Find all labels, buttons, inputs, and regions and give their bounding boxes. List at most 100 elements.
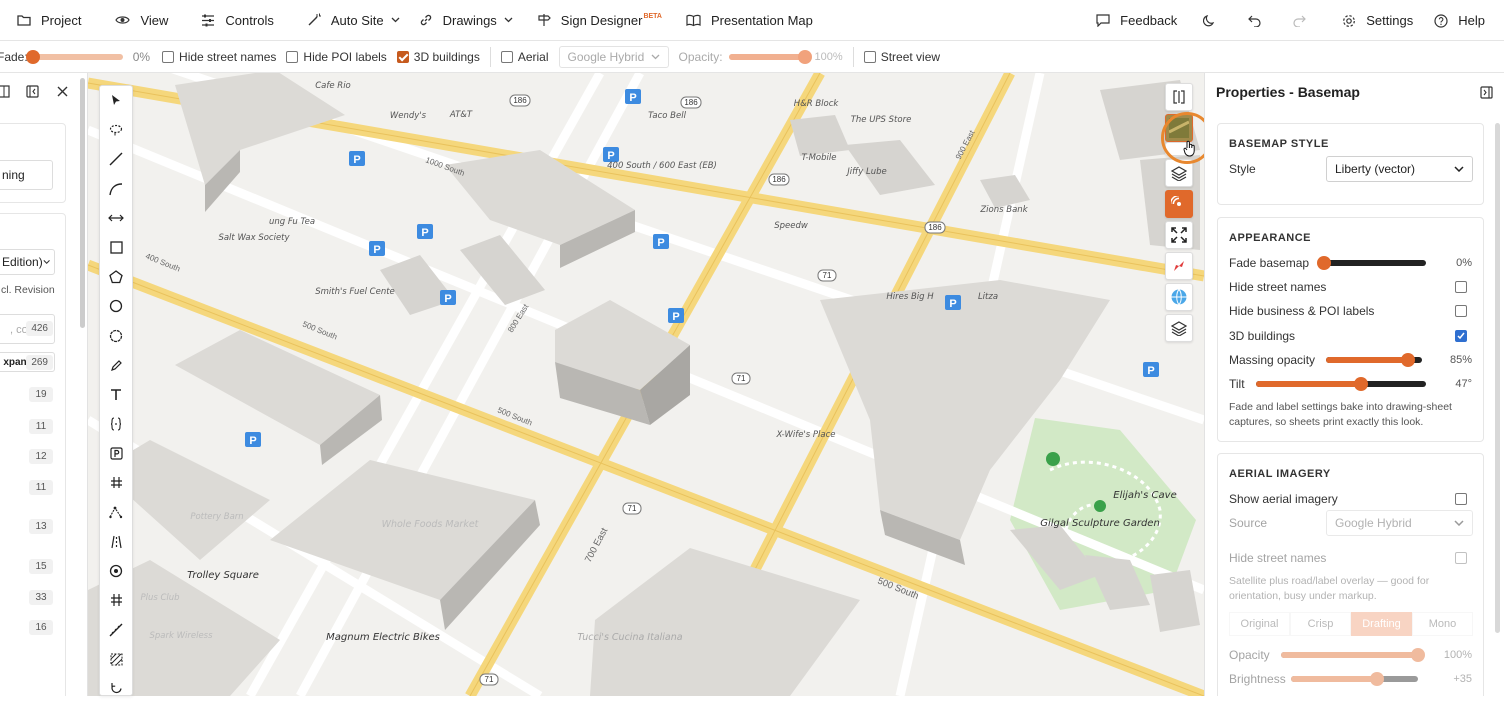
curve-tool[interactable]: [100, 174, 132, 203]
hide-poi-checkbox[interactable]: [1455, 305, 1467, 317]
svg-text:Magnum Electric Bikes: Magnum Electric Bikes: [326, 632, 440, 643]
aerial-hide-street-checkbox[interactable]: [1455, 552, 1467, 564]
road-tool[interactable]: [100, 527, 132, 556]
map-canvas[interactable]: 186 186 186 186 71 71 71 71 P P P P P P …: [88, 73, 1204, 696]
compass-button[interactable]: [1165, 252, 1193, 280]
aerial-toggle[interactable]: Aerial: [500, 50, 549, 64]
aerial-source-select[interactable]: Google Hybrid: [558, 45, 669, 68]
measure-tool[interactable]: [100, 204, 132, 233]
hatch-tool[interactable]: [100, 644, 132, 673]
help-button[interactable]: Help: [1425, 0, 1504, 41]
street-view-toggle[interactable]: Street view: [863, 50, 940, 64]
svg-text:Spark Wireless: Spark Wireless: [149, 631, 213, 641]
ruler-tool[interactable]: [100, 615, 132, 644]
menu-auto-site[interactable]: Auto Site: [298, 0, 409, 41]
select-tool[interactable]: [100, 86, 132, 115]
beta-badge: BETA: [643, 12, 662, 20]
callout-tool[interactable]: [100, 409, 132, 438]
fade-basemap-slider[interactable]: [1317, 256, 1426, 270]
gear-icon: [1343, 14, 1356, 27]
parking-tool[interactable]: [100, 439, 132, 468]
mode-option-crisp[interactable]: Crisp: [1290, 612, 1351, 636]
svg-text:Litza: Litza: [978, 292, 998, 302]
polygon-tool[interactable]: [100, 262, 132, 291]
svg-text:400 South / 600 East (EB): 400 South / 600 East (EB): [607, 161, 717, 171]
panel-icon[interactable]: [0, 85, 10, 98]
checkbox-checked[interactable]: [396, 50, 409, 63]
theme-toggle[interactable]: [1194, 0, 1235, 41]
checkbox[interactable]: [500, 50, 513, 63]
text-tool[interactable]: [100, 380, 132, 409]
right-scrollbar[interactable]: [1495, 123, 1500, 633]
svg-text:Wendy's: Wendy's: [390, 111, 427, 121]
collapse-panel-icon[interactable]: [26, 85, 39, 98]
brightness-slider[interactable]: [1291, 672, 1418, 686]
rotate-tool[interactable]: [100, 674, 132, 703]
svg-text:Cafe Rio: Cafe Rio: [315, 81, 351, 91]
left-button[interactable]: ning: [0, 160, 53, 190]
menu-project[interactable]: Project: [0, 0, 90, 41]
layers-stack-button[interactable]: [1165, 314, 1193, 342]
vertex-tool[interactable]: [100, 497, 132, 526]
map-svg[interactable]: 186 186 186 186 71 71 71 71 P P P P P P …: [88, 73, 1204, 696]
circle-tool[interactable]: [100, 292, 132, 321]
chevron-down-icon: [43, 260, 50, 264]
settings-button[interactable]: Settings: [1333, 0, 1422, 41]
mode-option-mono[interactable]: Mono: [1412, 612, 1473, 636]
hide-street-names-checkbox[interactable]: [1455, 281, 1467, 293]
brightness-label: Brightness: [1229, 672, 1286, 686]
globe-button[interactable]: [1165, 283, 1193, 311]
link-icon: [420, 14, 431, 26]
undo-button[interactable]: [1239, 0, 1280, 41]
crosswalk-tool[interactable]: [100, 586, 132, 615]
tilt-slider[interactable]: [1256, 377, 1426, 391]
mode-option-original[interactable]: Original: [1229, 612, 1290, 636]
menu-controls[interactable]: Controls: [192, 0, 282, 41]
pencil-tool[interactable]: [100, 351, 132, 380]
menu-view[interactable]: View: [106, 0, 177, 41]
show-aerial-checkbox[interactable]: [1455, 493, 1467, 505]
edition-select[interactable]: Edition): [0, 249, 55, 275]
lasso-tool[interactable]: [100, 115, 132, 144]
target-tool[interactable]: [100, 556, 132, 585]
grid-tool[interactable]: [100, 468, 132, 497]
style-select[interactable]: Liberty (vector): [1326, 156, 1473, 182]
massing-opacity-slider[interactable]: [1326, 353, 1422, 367]
redo-button[interactable]: [1284, 0, 1325, 41]
square-icon: [109, 241, 123, 254]
menu-presentation-map[interactable]: Presentation Map: [677, 0, 822, 41]
aerial-opacity-slider[interactable]: [1281, 648, 1425, 662]
left-button-label: ning: [2, 168, 25, 182]
chevron-down-icon: [504, 17, 513, 23]
svg-text:Hires Big H: Hires Big H: [886, 292, 934, 302]
appearance-heading: APPEARANCE: [1229, 232, 1312, 244]
hide-poi-labels-toggle[interactable]: Hide POI labels: [286, 50, 387, 64]
cloud-tool[interactable]: [100, 321, 132, 350]
checkbox[interactable]: [286, 50, 299, 63]
checkbox[interactable]: [162, 50, 175, 63]
menu-drawings[interactable]: Drawings: [410, 0, 522, 41]
opacity-slider[interactable]: [728, 49, 812, 64]
left-scrollbar[interactable]: [80, 78, 85, 328]
undo-icon: [1248, 15, 1261, 27]
collapse-right-icon[interactable]: [1480, 85, 1493, 99]
location-button[interactable]: [1165, 190, 1193, 218]
hide-street-names-toggle[interactable]: Hide street names: [162, 50, 276, 64]
split-view-button[interactable]: [1165, 83, 1193, 111]
style-value: Liberty (vector): [1335, 162, 1416, 176]
source-select[interactable]: Google Hybrid: [1326, 510, 1473, 536]
mode-option-drafting[interactable]: Drafting: [1351, 612, 1412, 636]
3d-buildings-toggle[interactable]: 3D buildings: [396, 50, 480, 64]
3d-buildings-checkbox[interactable]: [1455, 330, 1467, 342]
feedback-button[interactable]: Feedback: [1087, 0, 1186, 41]
close-icon[interactable]: [57, 86, 68, 97]
fullscreen-button[interactable]: [1165, 221, 1193, 249]
fade-slider[interactable]: [25, 49, 123, 64]
rectangle-tool[interactable]: [100, 233, 132, 262]
hide-street-names-label: Hide street names: [1229, 280, 1327, 294]
checkbox[interactable]: [863, 50, 876, 63]
menu-sign-designer[interactable]: Sign Designer BETA: [528, 0, 671, 41]
svg-text:P: P: [373, 244, 380, 256]
fade-basemap-label: Fade basemap: [1229, 256, 1310, 270]
line-tool[interactable]: [100, 145, 132, 174]
